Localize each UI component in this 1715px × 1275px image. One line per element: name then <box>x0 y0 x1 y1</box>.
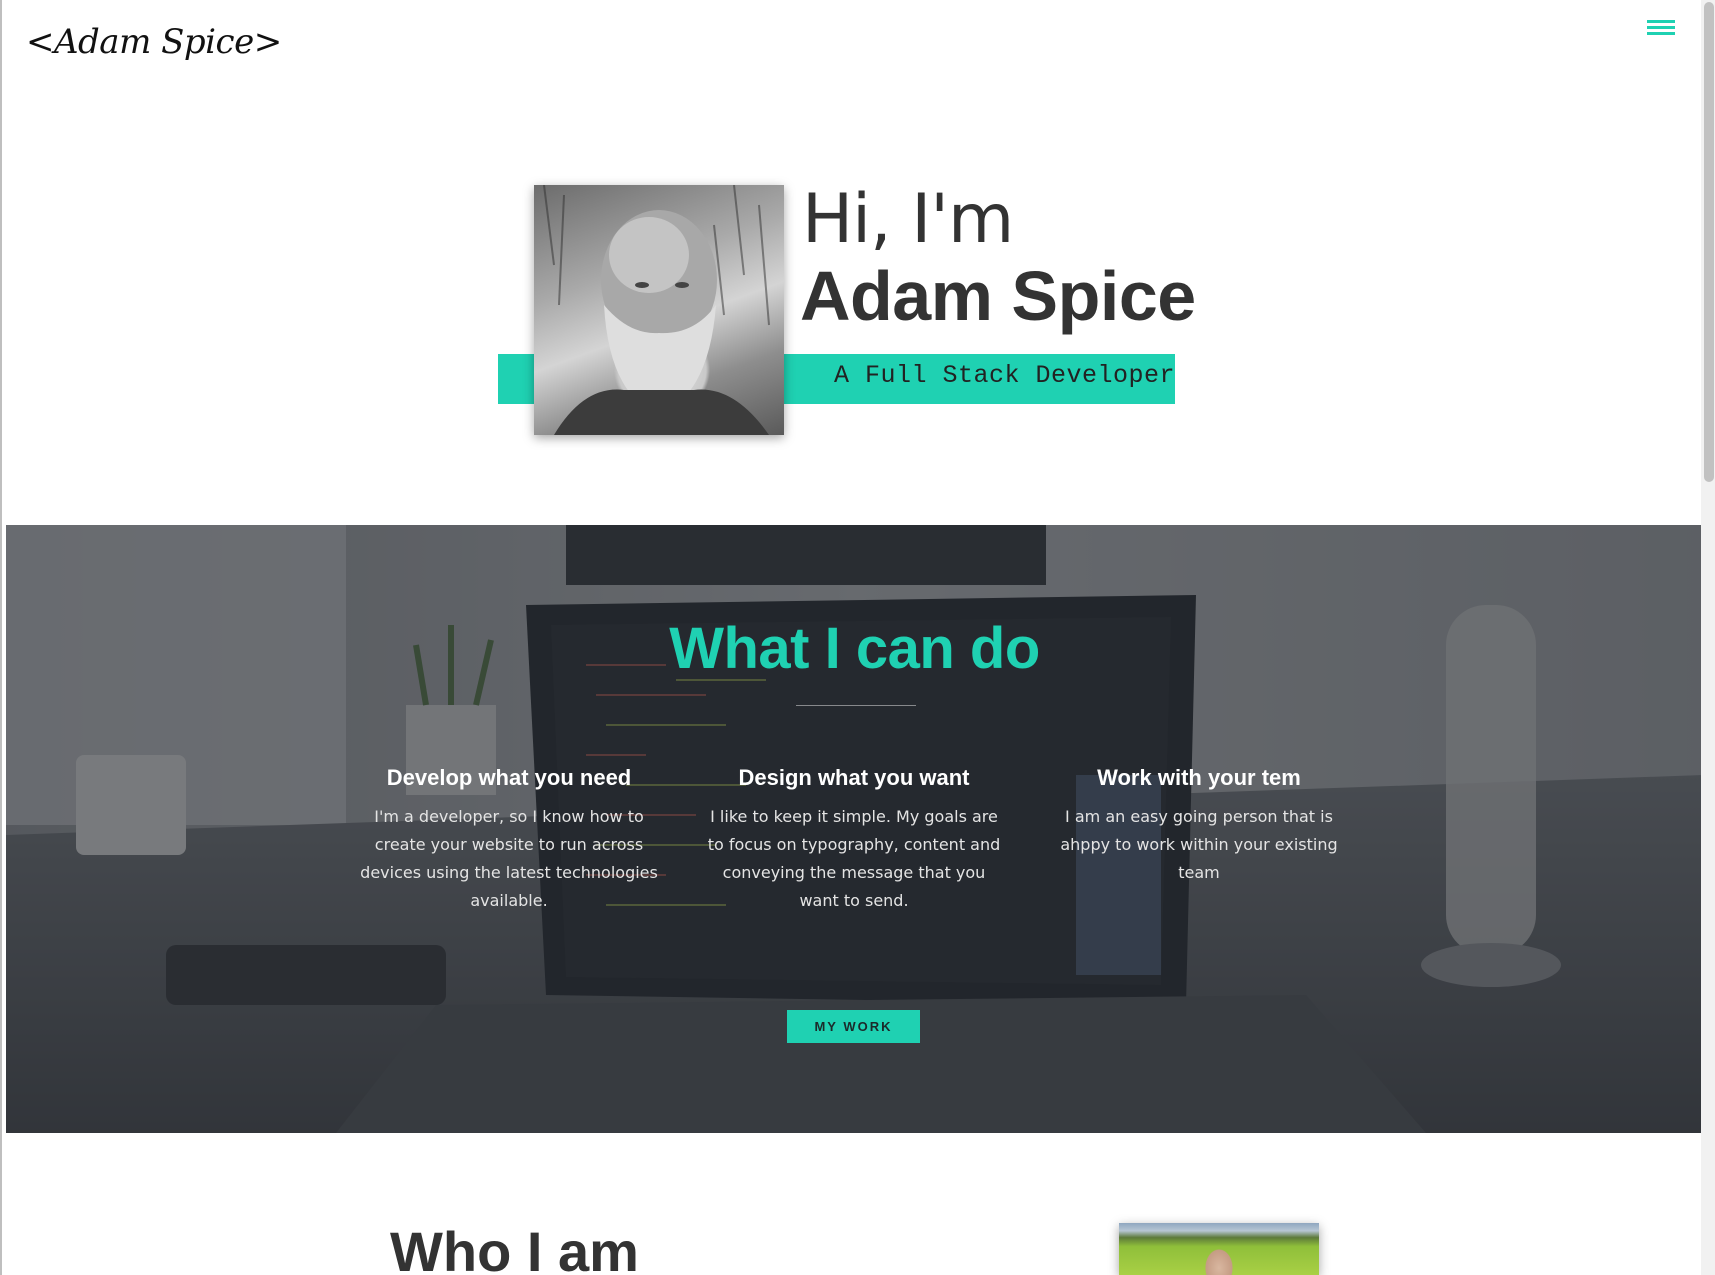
hamburger-menu-icon[interactable] <box>1647 20 1675 38</box>
service-heading: Design what you want <box>738 765 970 790</box>
profile-photo <box>534 185 784 435</box>
service-text: I am an easy going person that is ahppy … <box>1060 807 1338 882</box>
page: <Adam Spice> A Full Stack Developer Hi, … <box>0 0 1715 1275</box>
title-divider <box>796 705 916 706</box>
services-section: What I can do Develop what you need I'm … <box>6 525 1703 1133</box>
service-design: Design what you want I like to keep it s… <box>704 765 1004 915</box>
hero-name: Adam Spice <box>800 257 1196 335</box>
site-logo[interactable]: <Adam Spice> <box>26 22 282 62</box>
service-heading: Work with your tem <box>1097 765 1301 790</box>
page-scrollbar[interactable] <box>1701 0 1715 1275</box>
services-title: What I can do <box>669 616 1040 681</box>
scrollbar-thumb[interactable] <box>1704 2 1714 482</box>
hero-tagline: A Full Stack Developer <box>834 361 1176 390</box>
service-teamwork: Work with your tem I am an easy going pe… <box>1049 765 1349 887</box>
about-photo <box>1119 1223 1319 1275</box>
service-develop: Develop what you need I'm a developer, s… <box>359 765 659 915</box>
hero-greeting: Hi, I'm <box>802 180 1014 259</box>
my-work-button[interactable]: MY WORK <box>787 1010 920 1043</box>
about-title: Who I am <box>390 1220 639 1275</box>
service-text: I like to keep it simple. My goals are t… <box>707 807 1001 910</box>
service-text: I'm a developer, so I know how to create… <box>360 807 658 910</box>
service-heading: Develop what you need <box>386 765 632 790</box>
